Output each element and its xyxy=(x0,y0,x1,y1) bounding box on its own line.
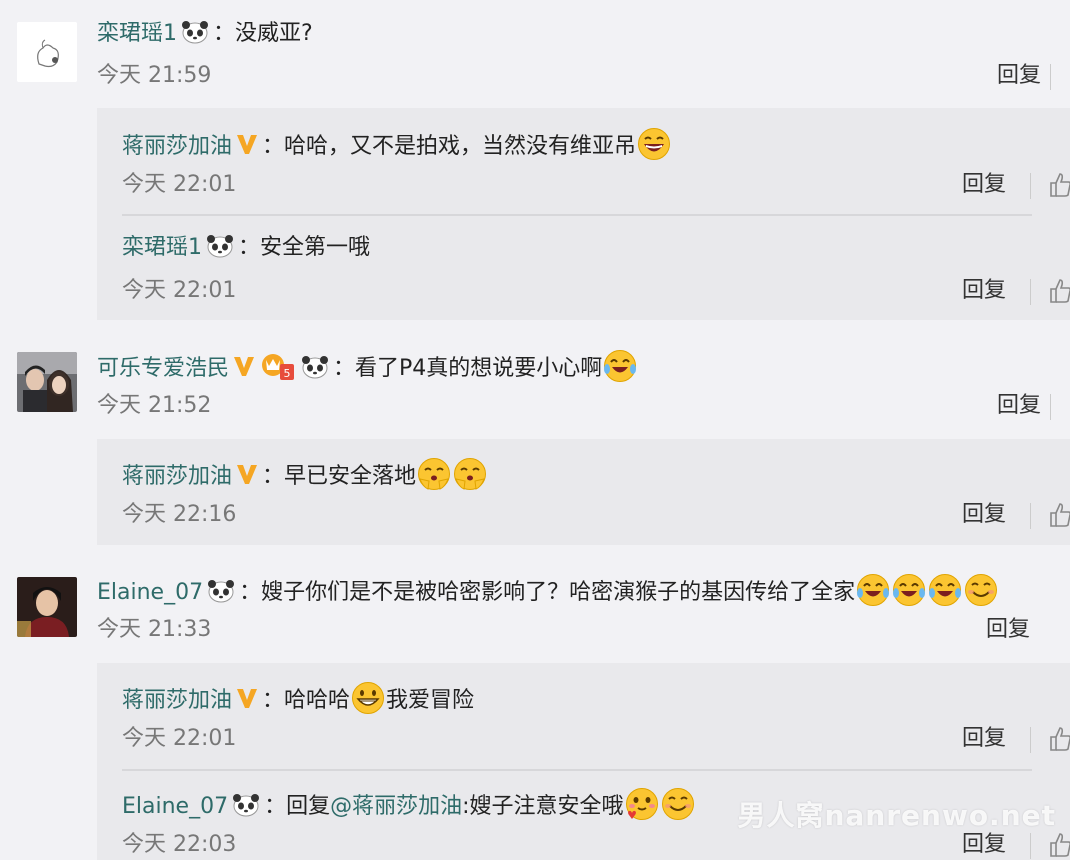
username-link[interactable]: 蒋丽莎加油 xyxy=(122,464,232,489)
reply-text: 安全第一哦 xyxy=(260,235,371,260)
laugh-emoji-icon xyxy=(637,127,671,161)
avatar[interactable] xyxy=(17,352,77,412)
vip-badge-icon xyxy=(234,685,260,711)
panda-icon xyxy=(232,793,260,817)
reply-prefix: 回复 xyxy=(286,794,331,819)
reply-divider xyxy=(122,769,1032,771)
like-icon[interactable] xyxy=(1049,725,1070,751)
reply-text-suffix: 我爱冒险 xyxy=(386,688,475,713)
reply-button[interactable]: 回复 xyxy=(962,724,1006,754)
reply-text: 哈哈，又不是拍戏，当然没有维亚吊 xyxy=(284,134,637,159)
comment-item: 栾珺瑶1 ：没威亚? 今天 21:59 回复 蒋丽莎加油 ：哈哈，又不是拍戏，当然没… xyxy=(0,0,1070,325)
colon: ： xyxy=(264,794,287,819)
shy-emoji-icon xyxy=(417,457,451,491)
divider xyxy=(1030,833,1031,859)
username-link[interactable]: 蒋丽莎加油 xyxy=(122,688,232,713)
like-icon[interactable] xyxy=(1049,831,1070,857)
comment-text: 看了P4真的想说要小心啊 xyxy=(355,356,603,381)
tears-of-joy-emoji-icon xyxy=(892,573,926,607)
reply-button[interactable]: 回复 xyxy=(997,61,1041,91)
reply-button[interactable]: 回复 xyxy=(997,391,1041,421)
reply-line: Elaine_07 ：回复@蒋丽莎加油:嫂子注意安全哦 xyxy=(122,787,696,822)
colon: ： xyxy=(238,235,261,260)
crown-level: 5 xyxy=(284,367,291,380)
divider xyxy=(1030,727,1031,753)
shy-smile-emoji-icon xyxy=(661,787,695,821)
divider xyxy=(1030,279,1031,305)
timestamp: 今天 22:01 xyxy=(122,278,237,303)
reply-button[interactable]: 回复 xyxy=(962,276,1006,306)
username-link[interactable]: Elaine_07 xyxy=(97,580,203,605)
colon: ： xyxy=(262,688,285,713)
tears-of-joy-emoji-icon xyxy=(856,573,890,607)
username-link[interactable]: Elaine_07 xyxy=(122,794,228,819)
panda-icon xyxy=(206,234,234,258)
timestamp: 今天 22:01 xyxy=(122,726,237,751)
reply-text: :嫂子注意安全哦 xyxy=(462,794,624,819)
panda-icon xyxy=(181,20,209,44)
avatar[interactable] xyxy=(17,577,77,637)
reply-button[interactable]: 回复 xyxy=(962,830,1006,860)
username-link[interactable]: 栾珺瑶1 xyxy=(122,235,202,260)
timestamp: 今天 21:33 xyxy=(97,617,212,642)
colon: ： xyxy=(213,21,236,46)
like-icon[interactable] xyxy=(1049,501,1070,527)
colon: ： xyxy=(333,356,356,381)
divider xyxy=(1030,173,1031,199)
love-emoji-icon xyxy=(625,787,659,821)
grin-emoji-icon xyxy=(351,681,385,715)
reply-text: 哈哈哈 xyxy=(284,688,351,713)
divider xyxy=(1050,394,1051,420)
reply-button[interactable]: 回复 xyxy=(962,170,1006,200)
reply-button[interactable]: 回复 xyxy=(962,500,1006,530)
vip-badge-icon xyxy=(231,353,257,379)
comment-line: 栾珺瑶1 ：没威亚? xyxy=(97,19,313,49)
comment-line: 可乐专爱浩民 5 ：看了P4真的想说要小心啊 xyxy=(97,349,638,384)
reply-box xyxy=(97,439,1070,545)
tears-of-joy-emoji-icon xyxy=(603,349,637,383)
vip-badge-icon xyxy=(234,461,260,487)
comment-text: 没威亚? xyxy=(235,21,313,46)
mention-link[interactable]: @蒋丽莎加油 xyxy=(330,794,462,819)
crown-level-icon: 5 xyxy=(261,351,295,380)
reply-line: 蒋丽莎加油 ：哈哈哈 我爱冒险 xyxy=(122,681,474,716)
username-link[interactable]: 栾珺瑶1 xyxy=(97,21,177,46)
avatar[interactable] xyxy=(17,22,77,82)
reply-line: 蒋丽莎加油 ：早已安全落地 xyxy=(122,457,488,492)
comment-line: Elaine_07 ：嫂子你们是不是被哈密影响了？哈密演猴子的基因传给了全家 xyxy=(97,573,999,608)
colon: ： xyxy=(239,580,262,605)
timestamp: 今天 22:16 xyxy=(122,502,237,527)
vip-badge-icon xyxy=(234,131,260,157)
reply-button[interactable]: 回复 xyxy=(986,615,1030,645)
watermark: 男人窝nanrenwo.net xyxy=(737,799,1056,832)
username-link[interactable]: 可乐专爱浩民 xyxy=(97,356,229,381)
divider xyxy=(1030,503,1031,529)
timestamp: 今天 21:52 xyxy=(97,393,212,418)
smile-emoji-icon xyxy=(964,573,998,607)
timestamp: 今天 22:03 xyxy=(122,832,237,857)
timestamp: 今天 22:01 xyxy=(122,172,237,197)
like-icon[interactable] xyxy=(1049,171,1070,197)
panda-icon xyxy=(207,579,235,603)
divider xyxy=(1050,64,1051,90)
shy-emoji-icon xyxy=(453,457,487,491)
colon: ： xyxy=(262,134,285,159)
reply-line: 栾珺瑶1 ：安全第一哦 xyxy=(122,233,370,263)
like-icon[interactable] xyxy=(1049,277,1070,303)
reply-line: 蒋丽莎加油 ：哈哈，又不是拍戏，当然没有维亚吊 xyxy=(122,127,672,162)
colon: ： xyxy=(262,464,285,489)
timestamp: 今天 21:59 xyxy=(97,63,212,88)
panda-icon xyxy=(301,355,329,379)
username-link[interactable]: 蒋丽莎加油 xyxy=(122,134,232,159)
reply-text: 早已安全落地 xyxy=(284,464,417,489)
reply-divider xyxy=(122,214,1032,216)
comment-text: 嫂子你们是不是被哈密影响了？哈密演猴子的基因传给了全家 xyxy=(261,580,856,605)
tears-of-joy-emoji-icon xyxy=(928,573,962,607)
comment-item: 可乐专爱浩民 5 ：看了P4真的想说要小心啊 今天 21:52 回复 蒋丽莎加油 ：早… xyxy=(0,325,1070,550)
